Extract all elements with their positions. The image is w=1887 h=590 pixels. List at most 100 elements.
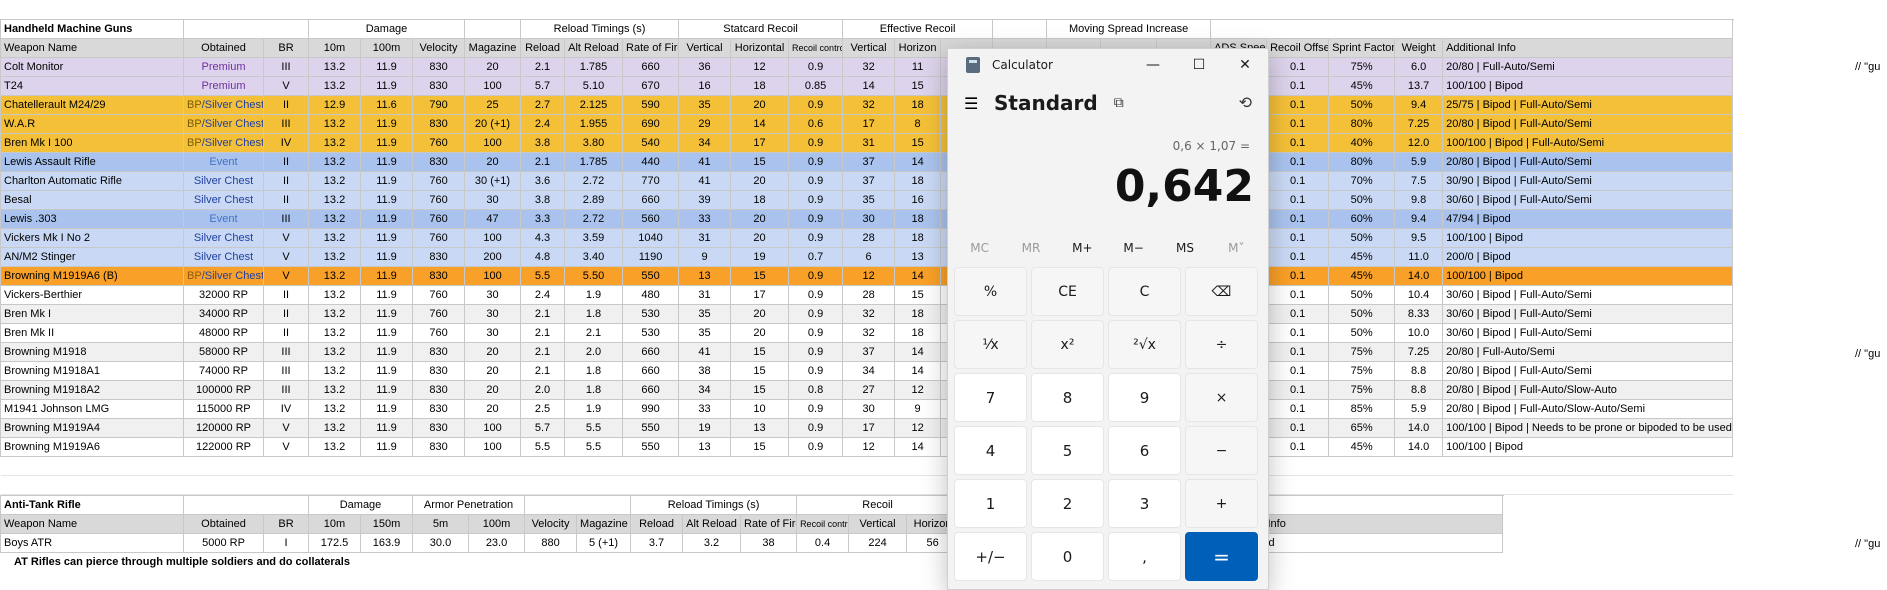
stat-cell[interactable]: 30.0 bbox=[412, 533, 470, 553]
stat-cell[interactable]: 0.8 bbox=[788, 380, 844, 400]
obtained-cell[interactable]: 122000 RP bbox=[183, 437, 264, 457]
weight-cell[interactable]: 5.9 bbox=[1394, 152, 1444, 172]
column-header[interactable]: Horizon bbox=[894, 38, 942, 58]
stat-cell[interactable]: 31 bbox=[842, 133, 896, 153]
stat-cell[interactable]: 39 bbox=[678, 190, 732, 210]
stat-cell[interactable]: 660 bbox=[622, 342, 680, 362]
weapon-name[interactable]: Browning M1919A6 bbox=[0, 437, 184, 457]
weapon-name[interactable]: Bren Mk I 100 bbox=[0, 133, 184, 153]
section-title[interactable]: Handheld Machine Guns bbox=[0, 19, 184, 39]
weapon-name[interactable]: Bren Mk I bbox=[0, 304, 184, 324]
sprint-factor-cell[interactable]: 50% bbox=[1328, 190, 1396, 210]
memory-button[interactable]: M− bbox=[1109, 241, 1159, 255]
stat-cell[interactable]: 100 bbox=[464, 418, 522, 438]
weight-cell[interactable]: 8.33 bbox=[1394, 304, 1444, 324]
stat-cell[interactable]: 8 bbox=[894, 114, 942, 134]
recoil-offset-cell[interactable]: 0.1 bbox=[1266, 323, 1330, 343]
column-header[interactable]: Vertical bbox=[848, 514, 908, 534]
obtained-cell[interactable]: 58000 RP bbox=[183, 342, 264, 362]
stat-cell[interactable]: 440 bbox=[622, 152, 680, 172]
stat-cell[interactable]: 16 bbox=[678, 76, 732, 96]
stat-cell[interactable]: 530 bbox=[622, 323, 680, 343]
stat-cell[interactable]: 100 bbox=[464, 228, 522, 248]
stat-cell[interactable]: 15 bbox=[730, 380, 790, 400]
br-cell[interactable]: IV bbox=[263, 399, 309, 419]
stat-cell[interactable]: 19 bbox=[730, 247, 790, 267]
column-header[interactable]: 10m bbox=[308, 514, 361, 534]
recoil-offset-cell[interactable]: 0.1 bbox=[1266, 361, 1330, 381]
stat-cell[interactable]: 0.9 bbox=[788, 152, 844, 172]
stat-cell[interactable]: 830 bbox=[411, 114, 466, 134]
hamburger-menu-icon[interactable]: ☰ bbox=[964, 94, 980, 113]
stat-cell[interactable]: 12 bbox=[730, 57, 790, 77]
stat-cell[interactable]: 18 bbox=[894, 171, 942, 191]
digit-5-button[interactable]: 5 bbox=[1031, 426, 1104, 475]
obtained-cell[interactable]: BP/Silver Chest bbox=[183, 114, 264, 134]
stat-cell[interactable]: 0.9 bbox=[788, 57, 844, 77]
additional-info-cell[interactable]: 30/60 | Bipod | Full-Auto/Semi bbox=[1442, 304, 1734, 324]
recoil-offset-cell[interactable]: 0.1 bbox=[1266, 209, 1330, 229]
stat-cell[interactable]: 41 bbox=[678, 342, 732, 362]
stat-cell[interactable]: 13.2 bbox=[308, 152, 361, 172]
stat-cell[interactable]: 760 bbox=[411, 133, 466, 153]
stat-cell[interactable]: 30 bbox=[842, 399, 896, 419]
stat-cell[interactable]: 880 bbox=[524, 533, 578, 553]
sprint-factor-cell[interactable]: 50% bbox=[1328, 304, 1396, 324]
recoil-offset-cell[interactable]: 0.1 bbox=[1266, 380, 1330, 400]
stat-cell[interactable]: 14 bbox=[894, 437, 942, 457]
sprint-factor-cell[interactable]: 75% bbox=[1328, 361, 1396, 381]
additional-info-cell[interactable]: 100/100 | Bipod | Needs to be prone or b… bbox=[1442, 418, 1734, 438]
stat-cell[interactable]: 31 bbox=[678, 285, 732, 305]
stat-cell[interactable]: 11.9 bbox=[360, 76, 413, 96]
stat-cell[interactable]: 13 bbox=[730, 418, 790, 438]
stat-cell[interactable]: 540 bbox=[622, 133, 680, 153]
stat-cell[interactable]: 690 bbox=[622, 114, 680, 134]
weight-cell[interactable]: 9.4 bbox=[1394, 95, 1444, 115]
obtained-cell[interactable]: Event bbox=[183, 209, 264, 229]
column-header[interactable]: 150m bbox=[359, 514, 414, 534]
square-button[interactable]: x² bbox=[1031, 320, 1104, 369]
stat-cell[interactable]: 30 bbox=[464, 190, 522, 210]
stat-cell[interactable]: 2.1 bbox=[520, 361, 566, 381]
column-header[interactable]: Recoil control bbox=[788, 38, 844, 58]
blank-cell[interactable] bbox=[464, 19, 522, 39]
stat-cell[interactable]: 17 bbox=[730, 133, 790, 153]
stat-cell[interactable]: 11.9 bbox=[360, 304, 413, 324]
weapon-name[interactable]: Boys ATR bbox=[0, 533, 184, 553]
stat-cell[interactable]: 34 bbox=[678, 133, 732, 153]
stat-cell[interactable]: 31 bbox=[678, 228, 732, 248]
column-header[interactable]: Weapon Name bbox=[0, 514, 184, 534]
weight-cell[interactable]: 5.9 bbox=[1394, 399, 1444, 419]
stat-cell[interactable]: 3.8 bbox=[520, 190, 566, 210]
stat-cell[interactable]: 38 bbox=[740, 533, 798, 553]
stat-cell[interactable]: 11.9 bbox=[360, 247, 413, 267]
recoil-offset-cell[interactable]: 0.1 bbox=[1266, 95, 1330, 115]
stat-cell[interactable]: 30 (+1) bbox=[464, 171, 522, 191]
weapon-name[interactable]: W.A.R bbox=[0, 114, 184, 134]
column-header[interactable]: Magazine bbox=[576, 514, 632, 534]
stat-cell[interactable]: 17 bbox=[842, 114, 896, 134]
additional-info-cell[interactable]: 100/100 | Bipod bbox=[1442, 266, 1734, 286]
stat-cell[interactable]: 37 bbox=[842, 152, 896, 172]
stat-cell[interactable]: 27 bbox=[842, 380, 896, 400]
memory-button[interactable]: MR bbox=[1006, 241, 1056, 255]
weapon-name[interactable]: AN/M2 Stinger bbox=[0, 247, 184, 267]
stat-cell[interactable]: 28 bbox=[842, 285, 896, 305]
stat-cell[interactable]: 670 bbox=[622, 76, 680, 96]
stat-cell[interactable]: 760 bbox=[411, 228, 466, 248]
column-header[interactable]: Alt Reload bbox=[564, 38, 624, 58]
sprint-factor-cell[interactable]: 45% bbox=[1328, 247, 1396, 267]
stat-cell[interactable]: 11 bbox=[894, 57, 942, 77]
stat-cell[interactable]: 15 bbox=[730, 342, 790, 362]
maximize-button[interactable]: ☐ bbox=[1176, 49, 1222, 81]
blank-cell[interactable] bbox=[1210, 19, 1734, 39]
stat-cell[interactable]: 14 bbox=[894, 266, 942, 286]
column-header[interactable]: 100m bbox=[360, 38, 413, 58]
stat-cell[interactable]: 18 bbox=[894, 304, 942, 324]
stat-cell[interactable]: 13.2 bbox=[308, 228, 361, 248]
stat-cell[interactable]: 2.1 bbox=[520, 342, 566, 362]
stat-cell[interactable]: 3.2 bbox=[682, 533, 742, 553]
stat-cell[interactable]: 1.9 bbox=[564, 285, 624, 305]
stat-cell[interactable]: 19 bbox=[678, 418, 732, 438]
obtained-cell[interactable]: Premium bbox=[183, 76, 264, 96]
